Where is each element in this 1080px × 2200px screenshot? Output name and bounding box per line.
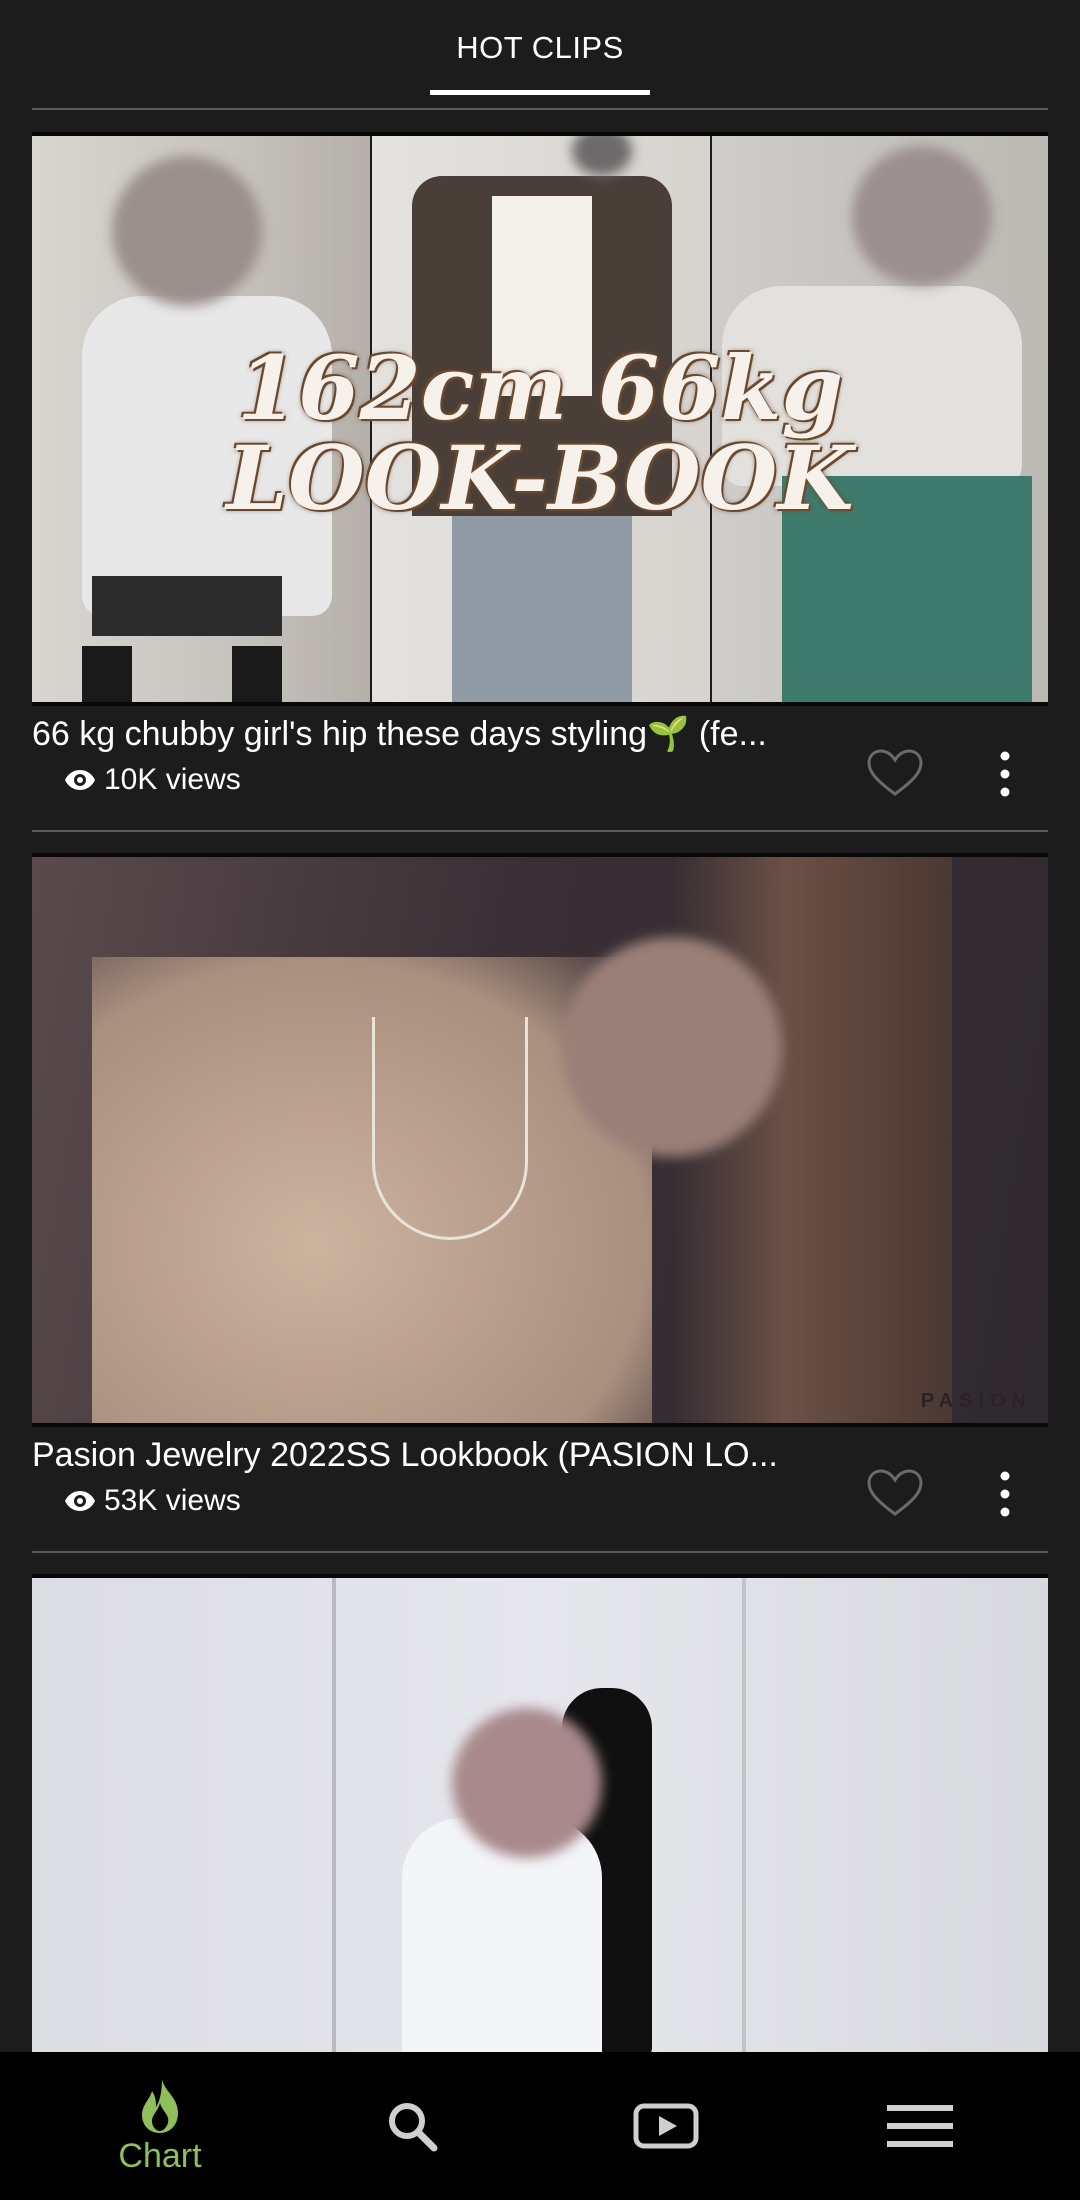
view-count-text: 53K views <box>104 1484 241 1517</box>
divider <box>32 830 1048 832</box>
more-options-icon[interactable] <box>990 1466 1020 1522</box>
clip-thumbnail-1[interactable]: 162cm 66kg LOOK-BOOK <box>32 132 1048 706</box>
flame-icon <box>142 2078 178 2133</box>
thumbnail-title-text: 162cm 66kg <box>237 336 843 440</box>
divider <box>32 108 1048 110</box>
nav-search[interactable] <box>277 2052 547 2200</box>
bottom-navigation: Chart <box>0 2052 1080 2200</box>
search-icon <box>389 2103 438 2152</box>
eye-icon <box>65 1491 95 1511</box>
view-count: 10K views <box>64 763 241 797</box>
nav-menu[interactable] <box>785 2052 1055 2200</box>
nav-chart[interactable]: Chart <box>25 2052 295 2200</box>
view-count-text: 10K views <box>104 763 241 796</box>
view-count: 53K views <box>64 1484 241 1518</box>
clip-title[interactable]: 66 kg chubby girl's hip these days styli… <box>32 714 832 754</box>
thumbnail-watermark: PASION <box>920 1390 1032 1412</box>
more-options-icon[interactable] <box>990 746 1020 802</box>
heart-icon[interactable] <box>866 1468 924 1518</box>
nav-label: Chart <box>118 2136 202 2175</box>
clip-title[interactable]: Pasion Jewelry 2022SS Lookbook (PASION L… <box>32 1436 832 1475</box>
thumbnail-title-text: LOOK-BOOK <box>226 426 854 530</box>
video-play-icon <box>633 2103 699 2149</box>
heart-icon[interactable] <box>866 748 924 798</box>
nav-videos[interactable] <box>531 2052 801 2200</box>
menu-icon <box>887 2105 953 2147</box>
top-tab-bar: HOT CLIPS <box>0 0 1080 110</box>
clip-thumbnail-3[interactable] <box>32 1574 1048 2054</box>
tab-hot-clips[interactable]: HOT CLIPS <box>430 0 650 96</box>
eye-icon <box>65 770 95 790</box>
active-tab-indicator <box>430 90 650 95</box>
divider <box>32 1551 1048 1553</box>
clip-thumbnail-2[interactable]: PASION <box>32 853 1048 1427</box>
